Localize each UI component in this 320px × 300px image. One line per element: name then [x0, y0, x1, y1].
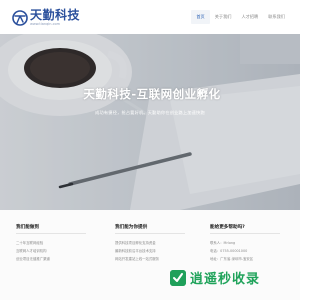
list-item: 网站开发建站上线一站式服务: [115, 257, 160, 261]
contact-phone: 电话：0755-00001000: [210, 249, 248, 253]
info-column-contact: 能给更多帮助吗? 联系人：Mrlong 电话：0755-00001000 地址：…: [210, 224, 292, 263]
logo-name: 天勤科技: [30, 8, 81, 22]
logo-mark-icon: [12, 10, 28, 26]
divider: [115, 233, 185, 234]
list-item: 创业项目无缝推广渠道: [16, 257, 50, 261]
hero-title: 天勤科技-互联网创业孵化: [83, 87, 221, 101]
divider: [210, 233, 280, 234]
watermark-text: 逍遥秒收录: [190, 272, 261, 287]
info-column-capabilities: 我们能做到 二十年互联网经验 互联网人才培训机构 创业项目无缝推广渠道: [16, 224, 98, 263]
nav-item-jobs[interactable]: 人才招聘: [236, 10, 263, 24]
nav-item-home[interactable]: 首页: [191, 10, 210, 24]
column-title: 能给更多帮助吗?: [210, 225, 245, 230]
nav-item-contact[interactable]: 联系我们: [263, 10, 290, 24]
info-column-services: 我们能为你提供 提供科技项目孵化支持资金 最新科技前沿平台技术支持 网站开发建站…: [115, 224, 197, 263]
divider: [16, 233, 86, 234]
list-item: 互联网人才培训机构: [16, 249, 47, 253]
list-item: 最新科技前沿平台技术支持: [115, 249, 156, 253]
watermark: 逍遥秒收录: [170, 268, 260, 287]
main-nav: 首页 关于我们 人才招聘 联系我们: [191, 8, 290, 26]
list-item: 二十年互联网经验: [16, 241, 44, 245]
contact-person: 联系人：Mrlong: [210, 241, 236, 245]
hero-overlay: [0, 34, 300, 210]
hero-banner: 天勤科技-互联网创业孵化 成功有捷径，抢占要好机。天勤助你在创业路上加速快跑: [0, 34, 300, 210]
watermark-logo-icon: [170, 269, 186, 286]
site-logo[interactable]: 天勤科技 www.tianqin.com: [12, 7, 80, 29]
column-title: 我们能为你提供: [115, 225, 148, 230]
list-item: 提供科技项目孵化支持资金: [115, 241, 156, 245]
nav-item-about[interactable]: 关于我们: [210, 10, 237, 24]
site-header: 天勤科技 www.tianqin.com 首页 关于我们 人才招聘 联系我们: [0, 0, 300, 34]
logo-url: www.tianqin.com: [30, 22, 61, 26]
contact-address: 地址：广东省-深圳市-宝安区: [210, 257, 254, 261]
hero-subtitle: 成功有捷径，抢占要好机。天勤助你在创业路上加速快跑: [95, 110, 205, 115]
column-title: 我们能做到: [16, 225, 39, 230]
